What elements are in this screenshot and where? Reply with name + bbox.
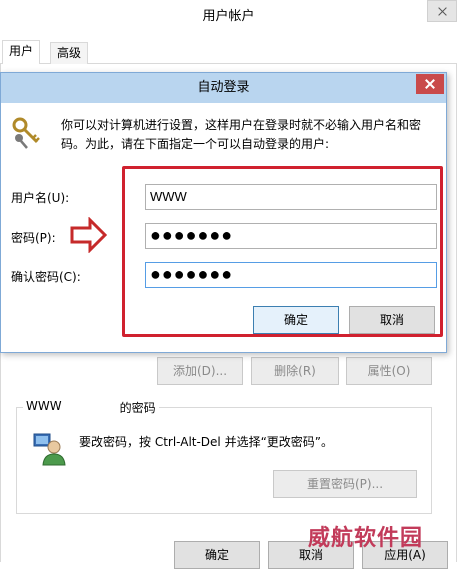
- highlight-box: [122, 166, 443, 337]
- password-group-username: WWW: [26, 399, 62, 413]
- keys-icon: [12, 117, 40, 149]
- tab-advanced[interactable]: 高级: [50, 42, 89, 64]
- password-group-suffix: 的密码: [119, 401, 156, 415]
- redacted-region: [61, 399, 120, 413]
- arrow-right-icon: [70, 217, 108, 253]
- window-title: 用户帐户: [0, 0, 457, 34]
- dialog-instructions: 你可以对计算机进行设置，这样用户在登录时就不必输入用户名和密码。为此，请在下面指…: [61, 118, 422, 151]
- password-group-title: WWW 的密码: [23, 399, 159, 416]
- username-label: 用户名(U):: [11, 191, 70, 205]
- tab-users[interactable]: 用户: [2, 40, 41, 65]
- remove-button[interactable]: 删除(R): [251, 357, 339, 385]
- auto-login-dialog: 自动登录 你可以对计算机进行设置，这样用户在登录时就不必输入用户名和密码。为此，…: [0, 72, 447, 353]
- dialog-title: 自动登录: [1, 73, 446, 103]
- user-icon: [33, 433, 66, 466]
- password-group: WWW 的密码 要改密码，按 Ctrl-Alt-Del 并选择“更改密码”。 重…: [16, 399, 432, 514]
- dialog-close-button[interactable]: [416, 74, 444, 94]
- reset-password-button[interactable]: 重置密码(P)...: [273, 470, 417, 498]
- confirm-password-label: 确认密码(C):: [11, 270, 81, 284]
- watermark: 威航软件园: [308, 525, 424, 551]
- ok-button[interactable]: 确定: [174, 541, 260, 569]
- tab-strip: 用户 高级: [0, 40, 457, 65]
- password-instructions: 要改密码，按 Ctrl-Alt-Del 并选择“更改密码”。: [79, 435, 334, 449]
- add-button[interactable]: 添加(D)...: [157, 357, 243, 385]
- window-close-button[interactable]: [427, 0, 457, 22]
- password-label: 密码(P):: [11, 231, 56, 245]
- properties-button[interactable]: 属性(O): [346, 357, 432, 385]
